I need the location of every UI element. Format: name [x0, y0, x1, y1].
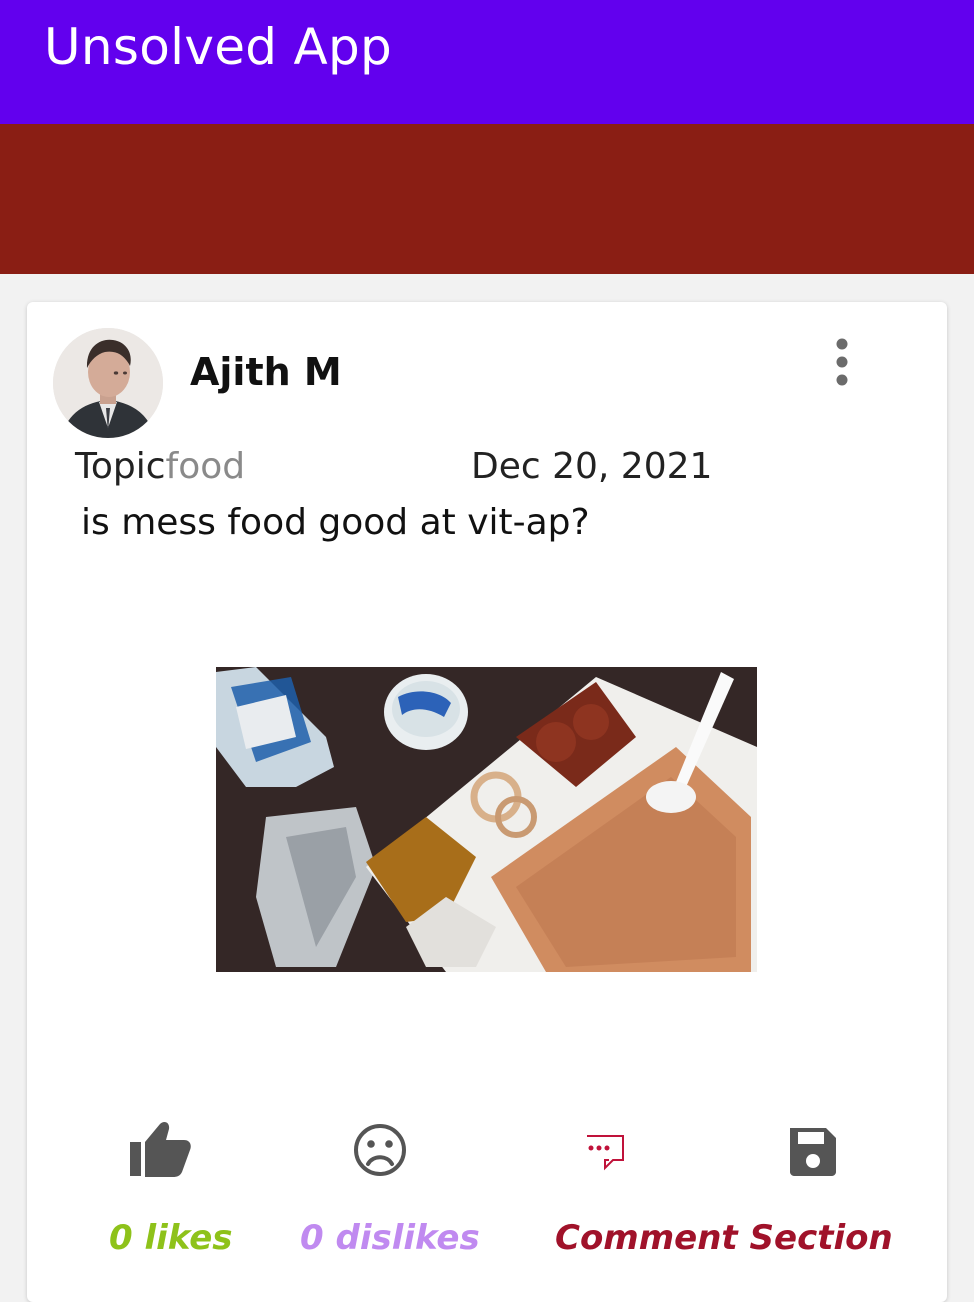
comment-icon [587, 1135, 624, 1171]
app-title: Unsolved App [44, 18, 393, 76]
comment-section-link[interactable]: Comment Section [555, 1218, 893, 1258]
dislike-button[interactable] [352, 1122, 408, 1178]
save-icon [790, 1128, 836, 1176]
avatar[interactable] [53, 328, 163, 438]
banner [0, 124, 974, 274]
post-question: is mess food good at vit-ap? [81, 502, 590, 543]
thumbs-up-icon [130, 1121, 191, 1177]
save-button[interactable] [786, 1124, 840, 1178]
topic-line: Topicfood [75, 446, 245, 487]
more-options-icon[interactable] [832, 336, 852, 388]
sad-face-icon [354, 1124, 406, 1176]
topic-label: Topic [75, 446, 166, 487]
post-image[interactable] [216, 667, 757, 972]
likes-count: 0 likes [109, 1218, 233, 1258]
post-date: Dec 20, 2021 [471, 446, 713, 487]
app-bar: Unsolved App [0, 0, 974, 124]
topic-value: food [165, 446, 246, 487]
like-button[interactable] [128, 1120, 192, 1178]
post-card: Ajith M Topicfood Dec 20, 2021 is mess f… [27, 302, 947, 1302]
comment-button[interactable] [583, 1132, 627, 1172]
author-name[interactable]: Ajith M [190, 350, 342, 394]
dislikes-count: 0 dislikes [300, 1218, 480, 1258]
